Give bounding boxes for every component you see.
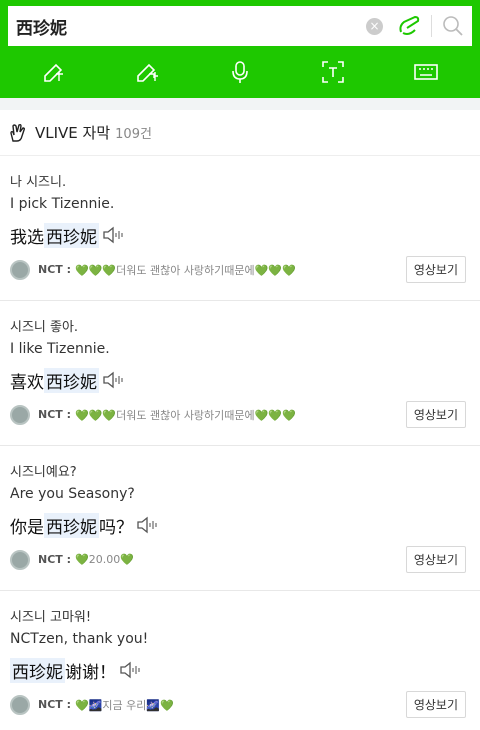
chinese-highlight: 西珍妮	[44, 512, 99, 538]
avatar	[10, 259, 30, 280]
chinese-text-before: 你是	[10, 517, 44, 538]
korean-text: 시즈니 좋아.	[10, 320, 79, 335]
english-text: I like Tizennie.	[10, 341, 110, 357]
top-bar: ×	[0, 0, 480, 98]
handwriting-icon[interactable]	[395, 12, 423, 40]
speaker-icon[interactable]	[102, 226, 124, 244]
handwriting-hanzi-icon	[44, 63, 64, 82]
result-count: 109건	[115, 127, 152, 142]
speaker-icon[interactable]	[136, 516, 158, 534]
text-scan-button[interactable]	[313, 52, 353, 92]
speaker-icon[interactable]	[119, 661, 141, 679]
watch-video-button[interactable]: 영상보기	[405, 256, 466, 283]
chinese-text-before: 我选	[10, 227, 44, 248]
english-text: NCTzen, thank you!	[10, 631, 149, 647]
watch-video-button[interactable]: 영상보기	[405, 691, 466, 718]
korean-text: 시즈니 고마워!	[10, 610, 92, 625]
divider	[431, 15, 432, 37]
source-title: 💚💚💚더워도 괜찮아 사랑하기때문에💚💚💚	[75, 408, 296, 422]
subtitle-item: 시즈니 좋아. I like Tizennie. 喜欢 西珍妮 NCT : 💚💚💚…	[0, 301, 480, 446]
section-header: VLIVE 자막 109건	[0, 110, 480, 156]
speaker-icon[interactable]	[102, 371, 124, 389]
search-input[interactable]	[16, 16, 366, 36]
avatar	[10, 694, 30, 715]
source-title: 💚💚💚더워도 괜찮아 사랑하기때문에💚💚💚	[75, 263, 296, 277]
chinese-text: 喜欢 西珍妮	[10, 367, 466, 393]
korean-text: 나 시즈니.	[10, 175, 67, 190]
chinese-text-before: 喜欢	[10, 372, 44, 393]
subtitle-item: 시즈니예요? Are you Seasony? 你是 西珍妮 吗？ NCT : 💚2…	[0, 446, 480, 591]
text-scan-icon	[321, 61, 344, 83]
avatar	[10, 549, 30, 570]
microphone-icon	[232, 61, 248, 83]
chinese-highlight: 西珍妮	[10, 657, 65, 683]
chinese-text: 你是 西珍妮 吗？	[10, 512, 466, 538]
vlive-hand-icon	[10, 123, 26, 142]
source-title: 💚20.00💚	[75, 553, 134, 566]
watch-video-button[interactable]: 영상보기	[405, 546, 466, 573]
source-row: NCT : 💚20.00💚 영상보기	[10, 546, 466, 573]
source-channel: NCT :	[38, 263, 72, 276]
handwriting-hangul-button[interactable]	[127, 52, 167, 92]
source-title: 💚🌌지금 우리🌌💚	[75, 698, 174, 712]
english-text: I pick Tizennie.	[10, 196, 115, 212]
search-bar: ×	[8, 6, 472, 46]
chinese-text-after: 谢谢！	[65, 662, 116, 683]
source-channel: NCT :	[38, 408, 72, 421]
handwriting-hangul-icon	[137, 63, 159, 82]
source-channel: NCT :	[38, 553, 72, 566]
input-tools	[8, 46, 472, 98]
source-row: NCT : 💚🌌지금 우리🌌💚 영상보기	[10, 691, 466, 718]
chinese-highlight: 西珍妮	[44, 222, 99, 248]
spacer	[0, 98, 480, 110]
keyboard-icon	[413, 64, 438, 80]
keyboard-button[interactable]	[406, 52, 446, 92]
source-row: NCT : 💚💚💚더워도 괜찮아 사랑하기때문에💚💚💚 영상보기	[10, 256, 466, 283]
watch-video-button[interactable]: 영상보기	[405, 401, 466, 428]
chinese-text-after: 吗？	[99, 517, 133, 538]
avatar	[10, 404, 30, 425]
handwriting-hanzi-button[interactable]	[34, 52, 74, 92]
chinese-highlight: 西珍妮	[44, 367, 99, 393]
korean-text: 시즈니예요?	[10, 465, 77, 480]
subtitle-item: 시즈니 고마워! NCTzen, thank you! 西珍妮 谢谢！ NCT …	[0, 591, 480, 730]
english-text: Are you Seasony?	[10, 486, 135, 502]
section-title: VLIVE 자막	[35, 124, 111, 142]
chinese-text: 西珍妮 谢谢！	[10, 657, 466, 683]
source-row: NCT : 💚💚💚더워도 괜찮아 사랑하기때문에💚💚💚 영상보기	[10, 401, 466, 428]
clear-icon[interactable]: ×	[366, 17, 383, 35]
voice-input-button[interactable]	[220, 52, 260, 92]
results: VLIVE 자막 109건 나 시즈니. I pick Tizennie. 我选…	[0, 110, 480, 730]
source-channel: NCT :	[38, 698, 72, 711]
search-icon[interactable]	[442, 15, 464, 37]
chinese-text: 我选 西珍妮	[10, 222, 466, 248]
subtitle-item: 나 시즈니. I pick Tizennie. 我选 西珍妮 NCT : 💚💚💚더…	[0, 156, 480, 301]
